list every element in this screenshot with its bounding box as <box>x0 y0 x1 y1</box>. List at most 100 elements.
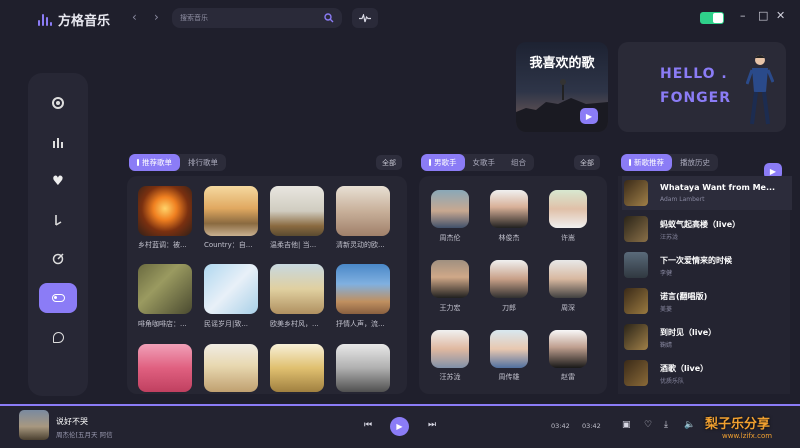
singer-avatar[interactable] <box>431 260 469 298</box>
playlist-cover[interactable] <box>270 186 324 236</box>
song-row[interactable]: 酒歌（live） 优质乐队 <box>622 356 792 390</box>
sidebar-item-discover[interactable] <box>39 88 77 118</box>
tab-groups[interactable]: 组合 <box>503 154 534 171</box>
playlist-cover[interactable] <box>270 344 324 392</box>
switch-icon <box>51 294 65 302</box>
music-note-icon <box>55 214 62 226</box>
tab-new-songs[interactable]: 新歌推荐 <box>621 154 672 171</box>
song-thumbnail <box>624 216 648 242</box>
search-input[interactable] <box>180 14 300 22</box>
song-row[interactable]: 诺言(翻唱版) 美菱 <box>622 284 792 318</box>
sidebar-item-settings[interactable] <box>39 283 77 313</box>
singer-name: 周杰伦 <box>439 234 461 242</box>
singer-name: 王力宏 <box>439 304 461 312</box>
song-artist: 美菱 <box>660 306 673 313</box>
tab-play-history[interactable]: 播放历史 <box>672 154 718 171</box>
tab-male-singers[interactable]: 男歌手 <box>421 154 465 171</box>
singer-avatar[interactable] <box>431 190 469 228</box>
previous-icon[interactable]: ⏮ <box>364 420 372 430</box>
back-arrow-icon[interactable]: ‹ <box>132 10 137 24</box>
song-name: 酒歌（live） <box>660 364 709 373</box>
playlist-cover[interactable] <box>336 344 390 392</box>
singer-avatar[interactable] <box>490 190 528 228</box>
song-row[interactable]: 到时见（live） 鞠婧 <box>622 320 792 354</box>
singer-avatar[interactable] <box>431 330 469 368</box>
leaf-icon <box>52 331 64 343</box>
theme-toggle[interactable] <box>700 12 724 24</box>
playlist-label: 欧美乡村风，... <box>270 320 319 328</box>
volume-icon[interactable]: 🔈 <box>684 420 695 430</box>
download-icon[interactable]: ⤓ <box>664 420 668 430</box>
playlist-label: 清新灵动的欧... <box>336 241 385 249</box>
playlist-cover[interactable] <box>204 344 258 392</box>
playlist-cover[interactable] <box>270 264 324 314</box>
voice-search-button[interactable] <box>352 8 378 28</box>
tab-ranking-playlists[interactable]: 排行歌单 <box>180 154 226 171</box>
song-name: 诺言(翻唱版) <box>660 292 708 301</box>
play-pause-button[interactable]: ▶ <box>390 417 409 436</box>
playlist-cover[interactable] <box>138 264 192 314</box>
search-box <box>172 8 342 28</box>
singer-avatar[interactable] <box>490 260 528 298</box>
song-thumbnail <box>624 324 648 350</box>
heart-icon[interactable]: ♡ <box>644 420 652 430</box>
now-playing-cover[interactable] <box>19 410 49 440</box>
watermark-logo: 梨子乐分享 <box>705 417 771 432</box>
singer-avatar[interactable] <box>490 330 528 368</box>
next-icon[interactable]: ⏭ <box>428 420 436 430</box>
playlist-cover[interactable] <box>204 264 258 314</box>
playlist-cover[interactable] <box>204 186 258 236</box>
playlist-tabs: 推荐歌单 排行歌单 <box>129 154 226 171</box>
song-name: 到时见（live） <box>660 328 717 337</box>
heart-icon: ♥ <box>52 173 64 189</box>
minimize-icon[interactable]: – <box>740 9 746 22</box>
sidebar-item-radio[interactable] <box>39 244 77 274</box>
favorites-play-button[interactable]: ▶ <box>580 108 598 124</box>
song-artist: 李健 <box>660 270 673 277</box>
person-illustration <box>746 55 774 125</box>
song-artist: Adam Lambert <box>660 196 705 203</box>
lyrics-icon[interactable]: ▣ <box>622 420 631 430</box>
sidebar-item-skin[interactable] <box>39 322 77 352</box>
song-row[interactable]: 蚂蚁气起高楼（live） 汪苏泷 <box>622 212 792 246</box>
maximize-icon[interactable]: □ <box>758 9 768 22</box>
tab-recommended-playlists[interactable]: 推荐歌单 <box>129 154 180 171</box>
singer-name: 周深 <box>561 304 575 312</box>
singer-name: 赵雷 <box>561 373 575 381</box>
sidebar-item-charts[interactable] <box>39 127 77 157</box>
song-row[interactable]: 下一次爱情来的时候 李健 <box>622 248 792 282</box>
app-title: 方格音乐 <box>58 14 111 29</box>
song-name: 下一次爱情来的时候 <box>660 256 732 265</box>
song-row[interactable]: Whataya Want from Me... Adam Lambert <box>622 176 792 210</box>
search-icon[interactable] <box>324 13 334 23</box>
playlist-label: 温柔吉他| 当... <box>270 241 317 249</box>
sidebar-item-music[interactable] <box>39 205 77 235</box>
singer-avatar[interactable] <box>549 260 587 298</box>
playlist-cover[interactable] <box>138 344 192 392</box>
close-icon[interactable]: ✕ <box>776 9 785 22</box>
playlist-cover[interactable] <box>138 186 192 236</box>
playlist-all-button[interactable]: 全部 <box>376 155 402 170</box>
singer-avatar[interactable] <box>549 330 587 368</box>
singer-avatar[interactable] <box>549 190 587 228</box>
play-icon: ▶ <box>585 111 593 121</box>
favorites-banner[interactable]: 我喜欢的歌 ▶ <box>516 42 608 132</box>
song-thumbnail <box>624 288 648 314</box>
song-name: Whataya Want from Me... <box>660 183 776 192</box>
singer-name: 林俊杰 <box>498 234 520 242</box>
song-thumbnail <box>624 360 648 386</box>
target-icon <box>52 253 64 265</box>
bar-chart-icon <box>53 137 63 148</box>
tab-female-singers[interactable]: 女歌手 <box>465 154 504 171</box>
forward-arrow-icon[interactable]: › <box>154 10 159 24</box>
playlist-cover[interactable] <box>336 186 390 236</box>
favorites-title: 我喜欢的歌 <box>529 56 595 71</box>
song-thumbnail <box>624 252 648 278</box>
sidebar-item-favorites[interactable]: ♥ <box>39 166 77 196</box>
playlist-cover[interactable] <box>336 264 390 314</box>
singer-all-button[interactable]: 全部 <box>574 155 600 170</box>
app-logo: 方格音乐 <box>38 10 110 29</box>
playlist-label: 啡角咖啡店：... <box>138 320 187 328</box>
playlist-label: Country：自... <box>204 241 253 249</box>
now-playing-title: 说好不哭 <box>56 417 88 426</box>
